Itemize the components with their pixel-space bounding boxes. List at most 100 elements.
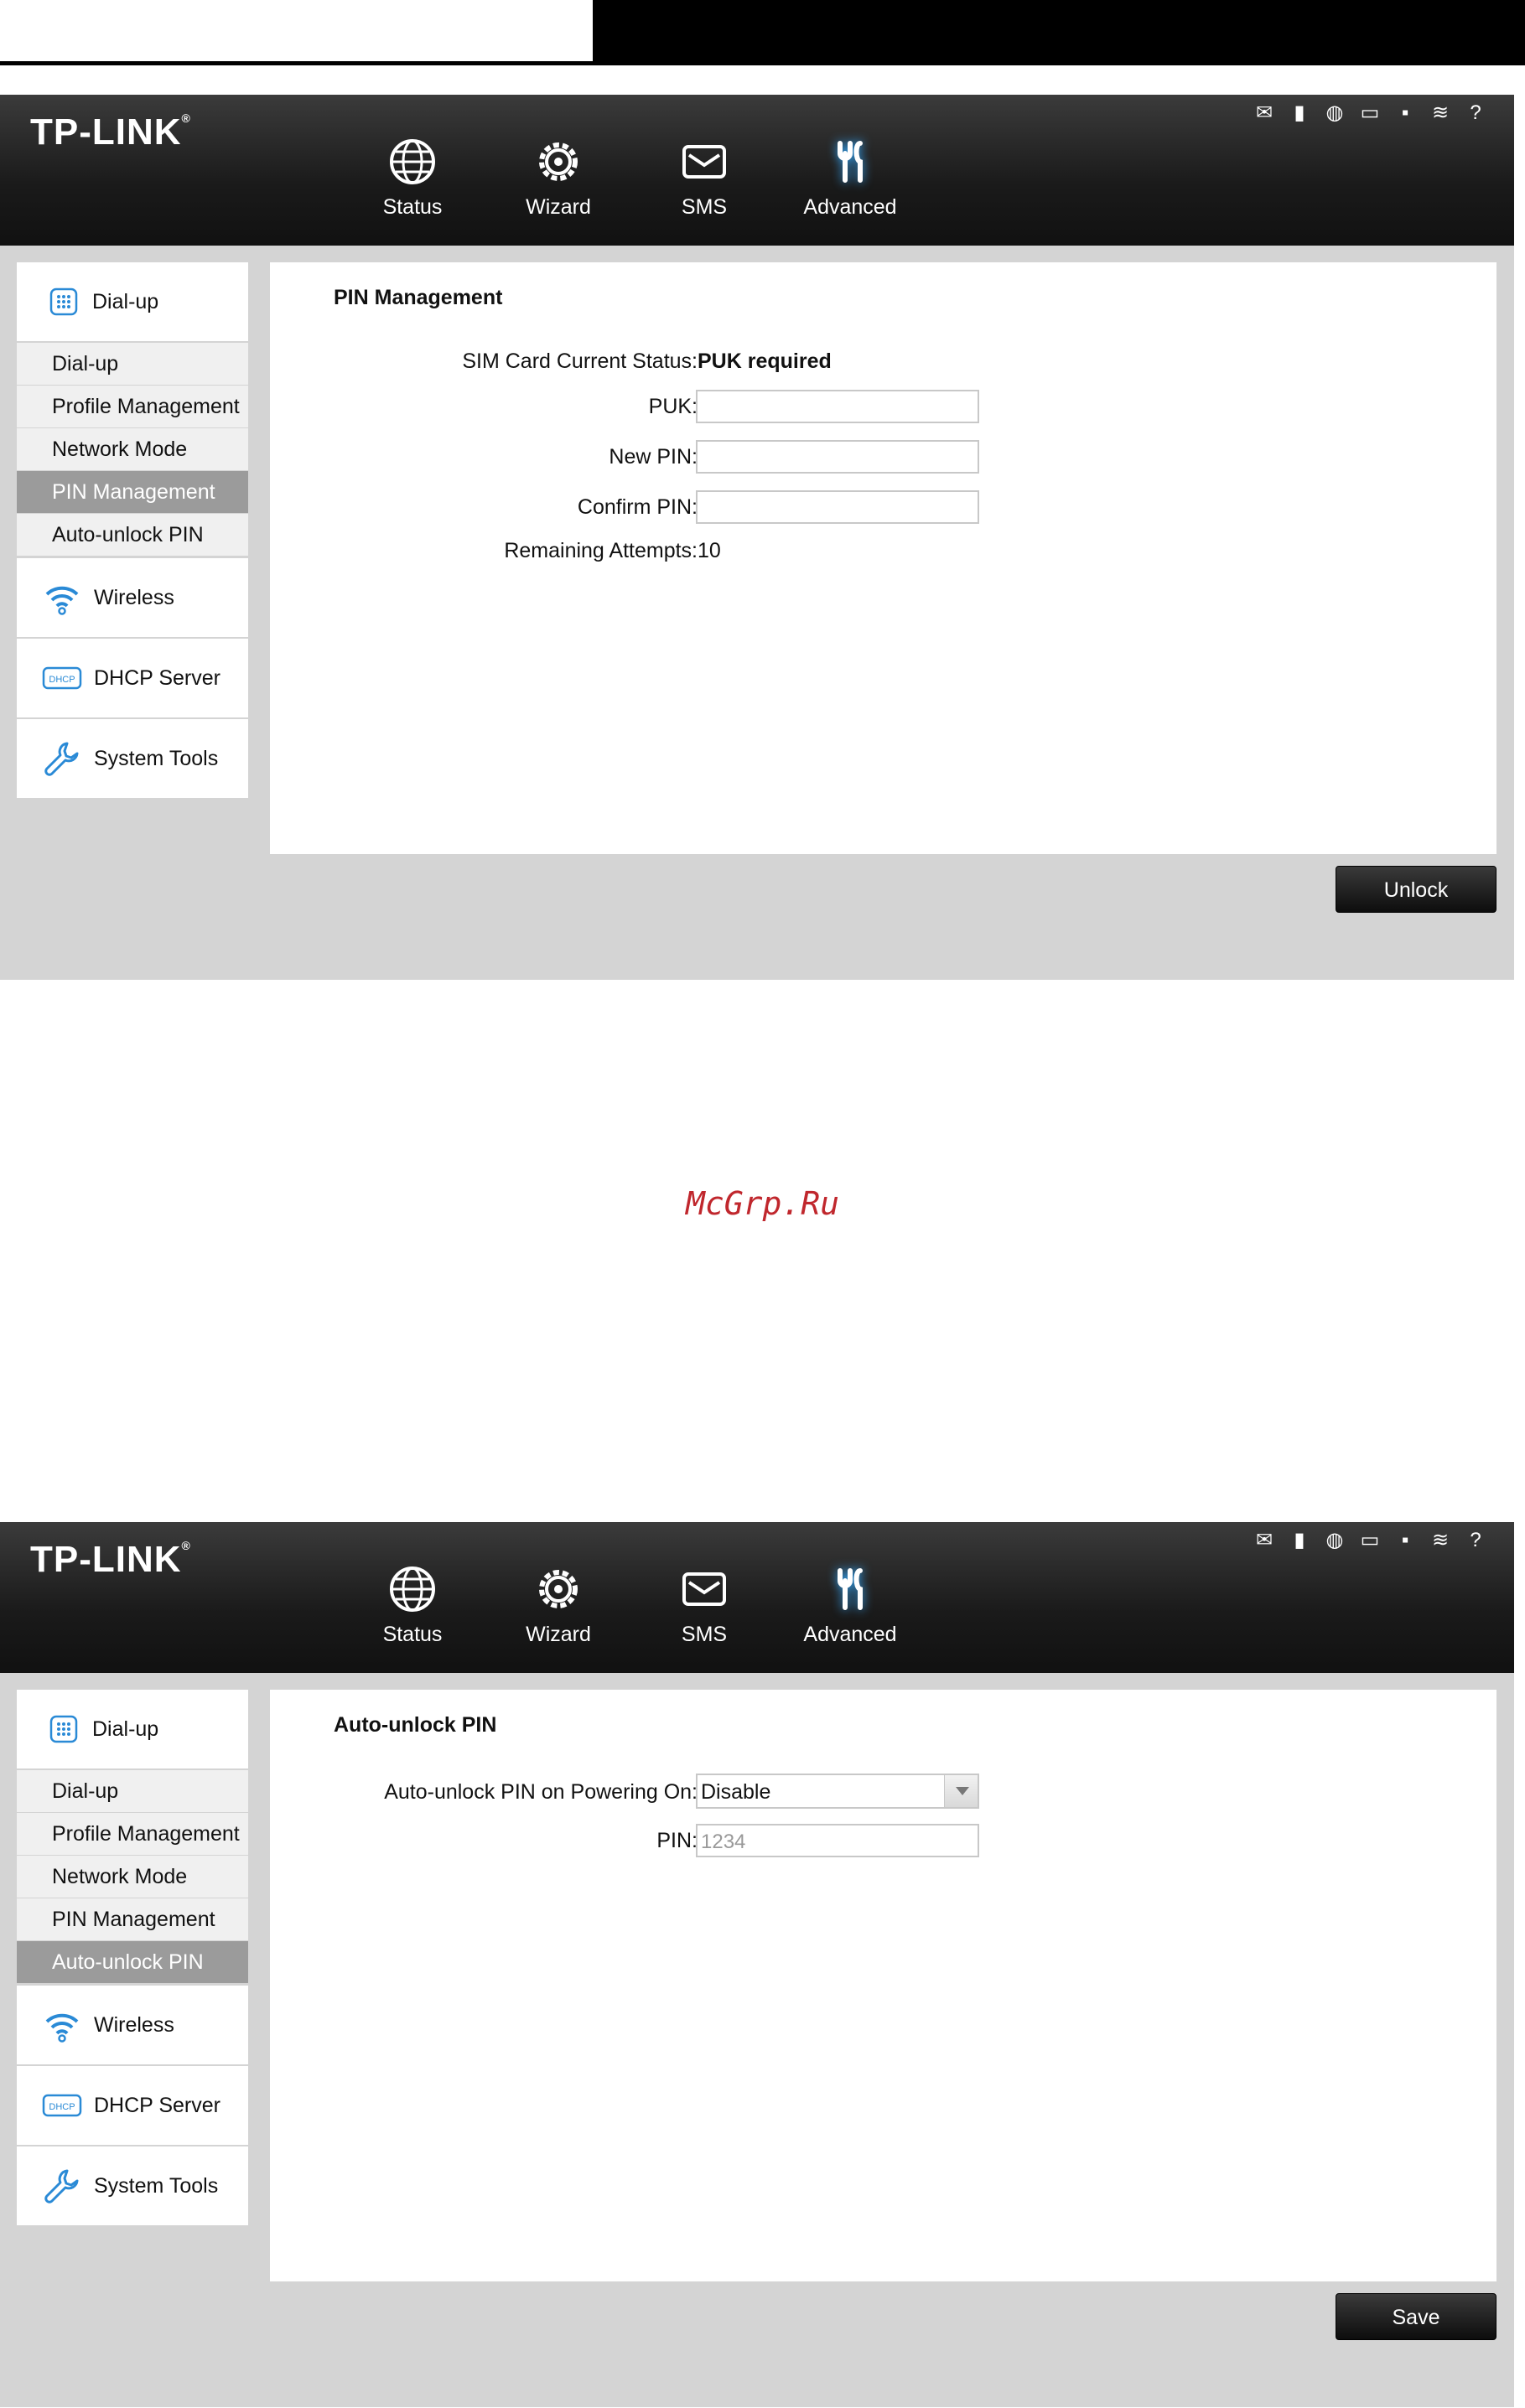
nav-advanced-label: Advanced xyxy=(803,195,897,219)
sidebar: Dial-up Dial-up Profile Management Netwo… xyxy=(17,1690,248,2225)
sim-status-row: SIM Card Current Status: PUK required xyxy=(270,343,1496,380)
sidebar-item-dialup[interactable]: Dial-up xyxy=(17,343,248,386)
sim-status-value: PUK required xyxy=(698,350,832,373)
chevron-down-icon[interactable] xyxy=(944,1775,978,1807)
pin-row: PIN: 1234 xyxy=(270,1822,1496,1859)
sidebar-group-dialup[interactable]: Dial-up xyxy=(17,262,248,343)
nav-advanced[interactable]: Advanced xyxy=(777,137,923,220)
nav-sms[interactable]: SMS xyxy=(631,137,777,220)
status-icons: ✉ ▮ ◍ ▭ ▪ ≋ ? xyxy=(1253,101,1487,125)
puk-label: PUK: xyxy=(648,395,698,418)
sidebar-item-network-mode[interactable]: Network Mode xyxy=(17,428,248,471)
envelope-icon xyxy=(682,1572,726,1606)
sidebar-item-auto-unlock-pin[interactable]: Auto-unlock PIN xyxy=(17,1941,248,1984)
gear-icon xyxy=(539,1570,578,1608)
remaining-attempts-label: Remaining Attempts: xyxy=(504,539,698,562)
sidebar-item-dialup[interactable]: Dial-up xyxy=(17,1770,248,1813)
unlock-button[interactable]: Unlock xyxy=(1336,866,1496,913)
nav-wizard[interactable]: Wizard xyxy=(485,1564,631,1647)
sidebar-group-system-tools-label: System Tools xyxy=(94,746,219,770)
sidebar-group-wireless[interactable]: Wireless xyxy=(17,557,248,637)
sidebar-group-system-tools[interactable]: System Tools xyxy=(17,717,248,798)
header-rule xyxy=(0,61,1525,65)
battery-icon: ▭ xyxy=(1360,101,1380,124)
wifi-icon: ≋ xyxy=(1431,101,1450,124)
gear-icon xyxy=(539,142,578,181)
sidebar: Dial-up Dial-up Profile Management Netwo… xyxy=(17,262,248,798)
new-pin-input[interactable] xyxy=(696,440,979,474)
pin-input[interactable]: 1234 xyxy=(696,1824,979,1857)
sidebar-item-pin-management[interactable]: PIN Management xyxy=(17,1898,248,1941)
nav-sms-label: SMS xyxy=(681,1623,728,1646)
signal-icon: ▮ xyxy=(1294,1529,1305,1551)
nav-advanced[interactable]: Advanced xyxy=(777,1564,923,1647)
internet-icon: ◍ xyxy=(1325,101,1344,124)
nav-status[interactable]: Status xyxy=(340,137,485,220)
sidebar-group-dhcp[interactable]: DHCP DHCP Server xyxy=(17,2064,248,2145)
nav-wizard[interactable]: Wizard xyxy=(485,137,631,220)
top-bar: TP-LINK® ✉ ▮ ◍ ▭ ▪ ≋ ? Status Wizard SMS xyxy=(0,1522,1514,1673)
screenshot-pin-management: TP-LINK® ✉ ▮ ◍ ▭ ▪ ≋ ? Status Wizard SMS xyxy=(0,95,1514,980)
new-pin-label: New PIN: xyxy=(609,445,698,469)
sidebar-group-dialup[interactable]: Dial-up xyxy=(17,1690,248,1770)
pin-label: PIN: xyxy=(656,1829,698,1852)
main-nav: Status Wizard SMS Advanced xyxy=(340,1564,923,1647)
page-title: PIN Management xyxy=(334,286,503,309)
sidebar-group-system-tools[interactable]: System Tools xyxy=(17,2145,248,2225)
wifi-icon: ≋ xyxy=(1431,1529,1450,1551)
sidebar-item-profile-management[interactable]: Profile Management xyxy=(17,1813,248,1856)
puk-input[interactable] xyxy=(696,390,979,423)
confirm-pin-input[interactable] xyxy=(696,490,979,524)
help-icon[interactable]: ? xyxy=(1464,101,1487,125)
main-nav: Status Wizard SMS Advanced xyxy=(340,137,923,220)
sidebar-item-network-mode[interactable]: Network Mode xyxy=(17,1856,248,1898)
svg-text:DHCP: DHCP xyxy=(49,675,75,685)
wifi-icon xyxy=(45,586,79,615)
sidebar-group-dhcp[interactable]: DHCP DHCP Server xyxy=(17,637,248,717)
sidebar-group-wireless-label: Wireless xyxy=(94,585,174,609)
save-button[interactable]: Save xyxy=(1336,2293,1496,2340)
page-title: Auto-unlock PIN xyxy=(334,1713,497,1737)
tools-icon xyxy=(838,141,863,183)
envelope-icon xyxy=(682,145,726,179)
tp-link-logo: TP-LINK® xyxy=(30,1539,191,1580)
sidebar-item-auto-unlock-pin[interactable]: Auto-unlock PIN xyxy=(17,514,248,557)
sidebar-group-dhcp-label: DHCP Server xyxy=(94,2093,220,2117)
message-icon[interactable]: ✉ xyxy=(1253,101,1276,125)
new-pin-row: New PIN: xyxy=(270,438,1496,475)
battery-icon: ▭ xyxy=(1360,1529,1380,1551)
sidebar-group-wireless[interactable]: Wireless xyxy=(17,1984,248,2064)
nav-sms-label: SMS xyxy=(681,195,728,219)
confirm-pin-label: Confirm PIN: xyxy=(577,495,698,519)
nav-sms[interactable]: SMS xyxy=(631,1564,777,1647)
content-panel: PIN Management SIM Card Current Status: … xyxy=(270,262,1496,854)
nav-wizard-label: Wizard xyxy=(526,195,591,219)
globe-icon xyxy=(390,139,435,184)
auto-unlock-select-value: Disable xyxy=(701,1780,771,1804)
dialpad-icon xyxy=(49,287,78,316)
sidebar-group-wireless-label: Wireless xyxy=(94,2012,174,2037)
header-black-bar xyxy=(593,0,1525,61)
svg-text:DHCP: DHCP xyxy=(49,2102,75,2112)
status-icons: ✉ ▮ ◍ ▭ ▪ ≋ ? xyxy=(1253,1529,1487,1552)
signal-icon: ▮ xyxy=(1294,101,1305,124)
globe-icon xyxy=(390,1566,435,1612)
sidebar-item-pin-management[interactable]: PIN Management xyxy=(17,471,248,514)
auto-unlock-row: Auto-unlock PIN on Powering On: Disable xyxy=(270,1774,1496,1810)
watermark: McGrp.Ru xyxy=(685,1185,840,1222)
sd-card-icon: ▪ xyxy=(1401,101,1409,124)
confirm-pin-row: Confirm PIN: xyxy=(270,489,1496,526)
sidebar-group-dhcp-label: DHCP Server xyxy=(94,665,220,690)
message-icon[interactable]: ✉ xyxy=(1253,1529,1276,1552)
help-icon[interactable]: ? xyxy=(1464,1529,1487,1552)
nav-status-label: Status xyxy=(382,1623,443,1646)
sidebar-item-profile-management[interactable]: Profile Management xyxy=(17,386,248,428)
auto-unlock-select[interactable]: Disable xyxy=(696,1774,979,1809)
remaining-attempts-value: 10 xyxy=(698,539,721,562)
tools-icon xyxy=(838,1568,863,1610)
sidebar-group-dialup-label: Dial-up xyxy=(92,289,159,313)
dialpad-icon xyxy=(49,1715,78,1743)
nav-advanced-label: Advanced xyxy=(803,1623,897,1646)
nav-status[interactable]: Status xyxy=(340,1564,485,1647)
dhcp-icon: DHCP xyxy=(42,666,82,690)
